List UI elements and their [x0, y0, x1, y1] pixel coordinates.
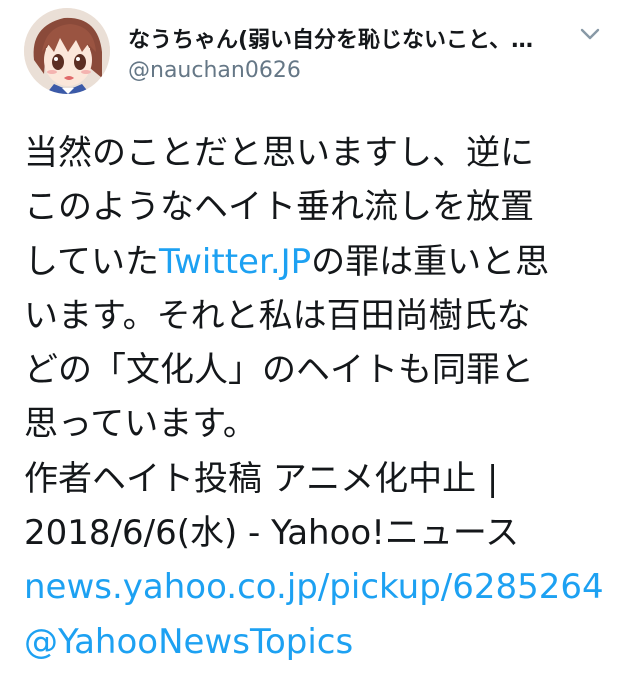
tweet-line: 当然のことだと思いますし、逆に — [24, 133, 534, 173]
news-url-link[interactable]: news.yahoo.co.jp/pickup/6285264 — [24, 560, 614, 614]
twitter-jp-link[interactable]: Twitter.JP — [159, 242, 311, 282]
chevron-down-icon[interactable] — [578, 22, 602, 46]
tweet-text-segment: の罪は重いと思 — [311, 241, 550, 282]
tweet-text: 当然のことだと思いますし、逆に このようなヘイト垂れ流しを放置 していたTwit… — [24, 126, 614, 669]
avatar-image — [24, 8, 110, 94]
display-name[interactable]: なうちゃん(弱い自分を恥じないこと、… — [128, 22, 538, 54]
tweet: なうちゃん(弱い自分を恥じないこと、… @nauchan0626 当然のことだと… — [0, 0, 626, 680]
tweet-line: 思っています。 — [24, 404, 257, 445]
tweet-line: 作者ヘイト投稿 アニメ化中止 | — [24, 458, 499, 499]
mention-link[interactable]: @YahooNewsTopics — [24, 615, 614, 669]
tweet-line: どの「文化人」のヘイトも同罪と — [24, 350, 534, 391]
tweet-line: していたTwitter.JPの罪は重いと思 — [24, 235, 614, 289]
tweet-line: このようなヘイト垂れ流しを放置 — [24, 187, 534, 228]
tweet-line: 2018/6/6(水) - Yahoo!ニュース — [24, 513, 520, 554]
tweet-line: います。それと私は百田尚樹氏な — [24, 295, 531, 336]
user-handle[interactable]: @nauchan0626 — [128, 58, 301, 83]
tweet-text-segment: していた — [24, 241, 159, 282]
avatar[interactable] — [24, 8, 110, 94]
